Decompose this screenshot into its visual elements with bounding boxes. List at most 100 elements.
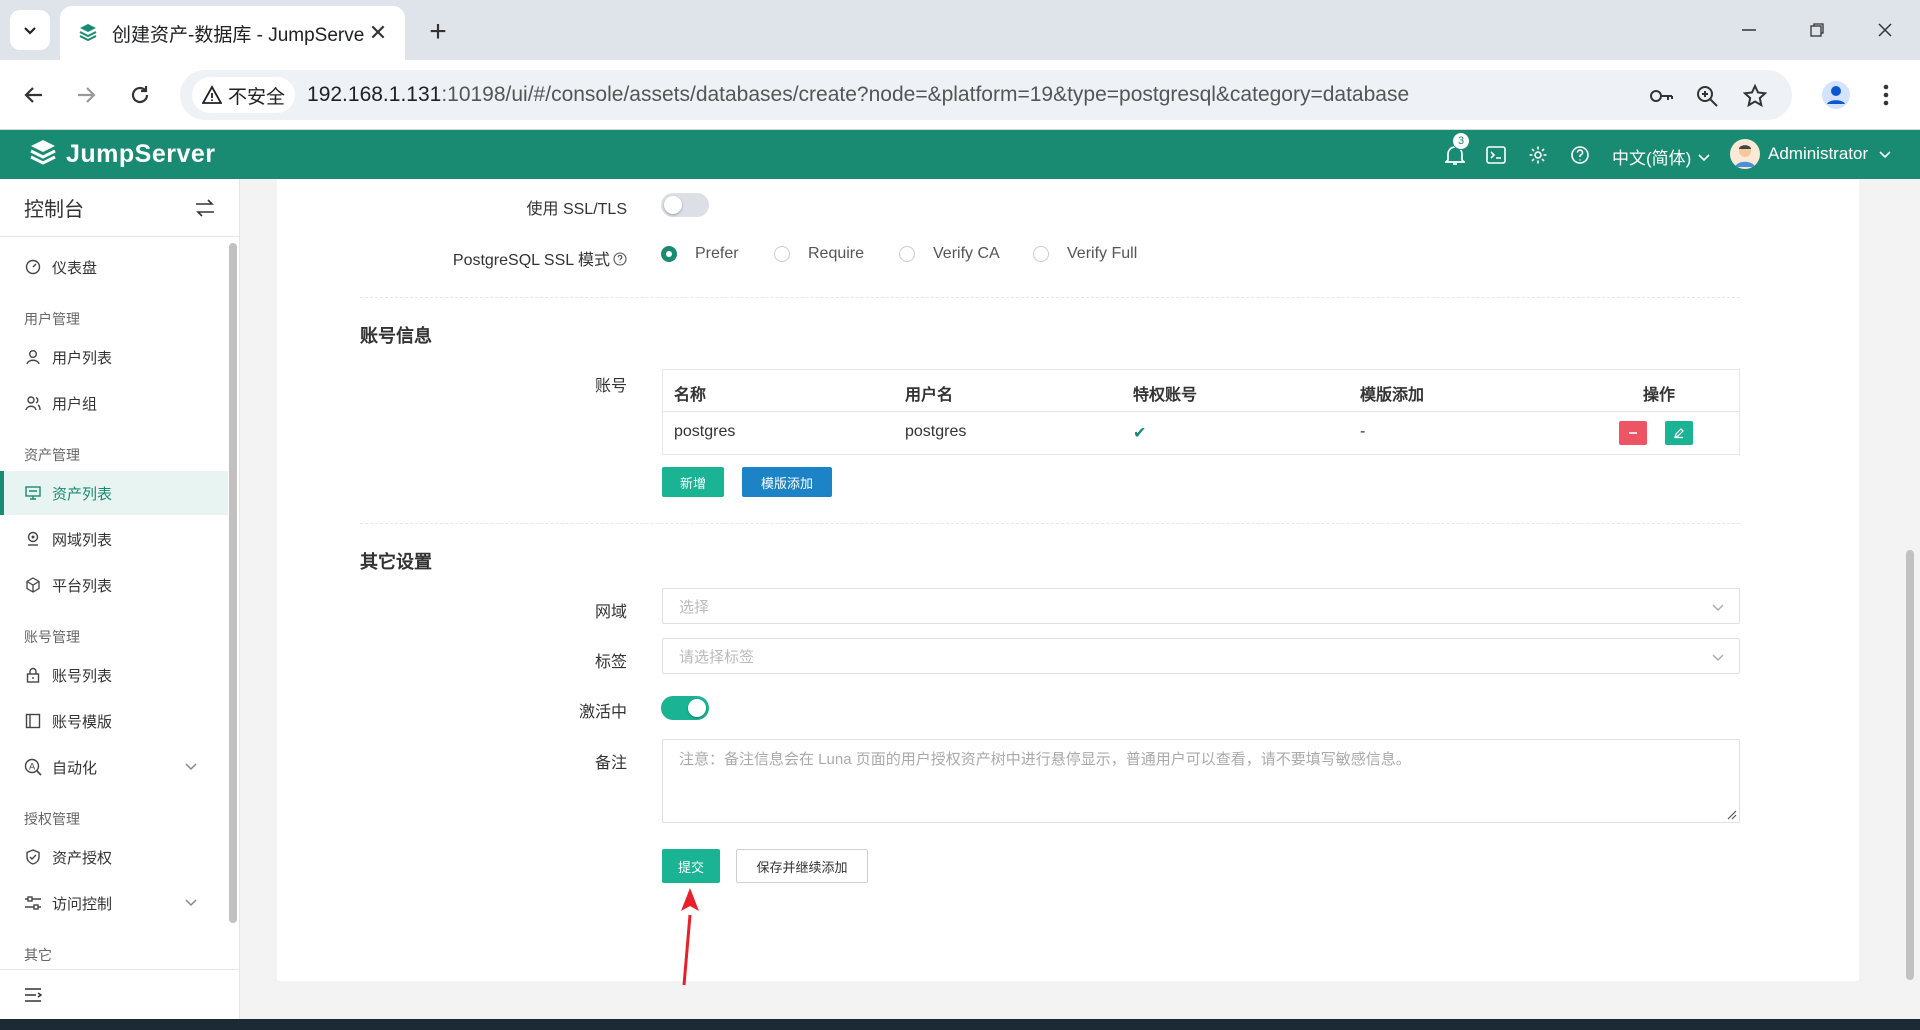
password-key-icon[interactable] xyxy=(1648,83,1674,109)
url-path: :10198/ui/#/console/assets/databases/cre… xyxy=(441,83,1410,106)
radio-dot xyxy=(661,246,677,262)
radio-dot xyxy=(899,246,915,262)
section-divider xyxy=(360,297,1740,298)
sidebar-item-user-list[interactable]: 用户列表 xyxy=(0,335,228,379)
labels-select[interactable]: 请选择标签 xyxy=(662,638,1740,674)
app-header: JumpServer 3 中文(简体) Administrator xyxy=(0,130,1920,179)
browser-menu-button[interactable] xyxy=(1866,75,1906,115)
sidebar-item-automation[interactable]: A 自动化 xyxy=(0,745,228,789)
remove-account-button[interactable] xyxy=(1619,421,1647,445)
template-icon xyxy=(24,712,42,730)
reload-button[interactable] xyxy=(120,75,160,115)
account-section-title: 账号信息 xyxy=(360,326,432,346)
more-vertical-icon xyxy=(1883,84,1889,106)
language-selector[interactable]: 中文(简体) xyxy=(1612,144,1711,169)
cell-template: - xyxy=(1360,423,1366,440)
logo[interactable]: JumpServer xyxy=(28,138,216,170)
insecure-label: 不安全 xyxy=(228,86,286,108)
url-host: 192.168.1.131 xyxy=(307,83,442,106)
domain-select[interactable]: 选择 xyxy=(662,588,1740,624)
sidebar-item-asset-list[interactable]: 资产列表 xyxy=(0,471,228,515)
chevron-down-icon xyxy=(1698,153,1710,161)
restore-button[interactable] xyxy=(1792,10,1842,50)
sidebar-header: 控制台 xyxy=(0,179,239,237)
profile-button[interactable] xyxy=(1816,75,1856,115)
minus-icon xyxy=(1629,432,1637,434)
active-toggle[interactable] xyxy=(661,696,709,720)
shield-icon xyxy=(24,848,42,866)
sidebar-item-user-group[interactable]: 用户组 xyxy=(0,381,228,425)
user-menu[interactable]: Administrator xyxy=(1730,139,1892,169)
user-icon xyxy=(24,348,42,366)
close-icon xyxy=(1878,23,1892,37)
save-and-continue-button[interactable]: 保存并继续添加 xyxy=(736,849,868,883)
help-circle-icon xyxy=(1571,146,1589,164)
page: 创建资产-数据库 - JumpServer ✕ + 不安全 192.168.1.… xyxy=(0,0,1920,1030)
radio-label: Prefer xyxy=(695,245,739,262)
sidebar-item-label: 自动化 xyxy=(52,759,98,777)
switch-view-icon[interactable] xyxy=(195,198,215,217)
add-account-button[interactable]: 新增 xyxy=(662,467,724,497)
sidebar-item-label: 用户列表 xyxy=(52,349,113,367)
pencil-icon xyxy=(1674,428,1684,439)
minimize-button[interactable] xyxy=(1724,10,1774,50)
column-header-username: 用户名 xyxy=(905,387,954,404)
sidebar-title: 控制台 xyxy=(24,199,84,221)
comment-textarea[interactable]: 注意：备注信息会在 Luna 页面的用户授权资产树中进行悬停显示，普通用户可以查… xyxy=(662,739,1740,823)
sidebar-item-asset-permission[interactable]: 资产授权 xyxy=(0,835,228,879)
site-info-button[interactable]: 不安全 xyxy=(192,77,296,113)
warning-icon xyxy=(202,85,222,104)
new-tab-button[interactable]: + xyxy=(420,14,456,50)
help-circle-icon[interactable] xyxy=(613,252,627,266)
browser-tab[interactable]: 创建资产-数据库 - JumpServer ✕ xyxy=(60,6,405,60)
jumpserver-logo-icon xyxy=(30,140,56,165)
ssl-toggle[interactable] xyxy=(661,193,709,217)
ssl-mode-prefer[interactable]: Prefer xyxy=(661,245,739,263)
ssl-mode-label: PostgreSQL SSL 模式 xyxy=(277,246,627,270)
cube-icon xyxy=(24,576,42,594)
comment-label: 备注 xyxy=(594,755,627,772)
browser-toolbar: 不安全 192.168.1.131:10198/ui/#/console/ass… xyxy=(0,60,1920,130)
sidebar-item-account-list[interactable]: 账号列表 xyxy=(0,653,228,697)
browser-tab-bar: 创建资产-数据库 - JumpServer ✕ + xyxy=(0,0,1920,60)
chevron-down-icon xyxy=(1712,654,1724,661)
close-icon[interactable]: ✕ xyxy=(365,20,391,46)
tab-title: 创建资产-数据库 - JumpServer xyxy=(112,24,365,46)
bookmark-star-icon[interactable] xyxy=(1742,83,1768,109)
web-terminal-button[interactable] xyxy=(1484,143,1508,167)
page-scrollbar[interactable] xyxy=(1906,550,1914,980)
settings-button[interactable] xyxy=(1526,143,1550,167)
section-divider xyxy=(360,523,1740,524)
window-close-button[interactable] xyxy=(1860,10,1910,50)
column-header-name: 名称 xyxy=(674,387,707,404)
minimize-icon xyxy=(1742,29,1756,31)
sidebar-item-account-template[interactable]: 账号模版 xyxy=(0,699,228,743)
zoom-icon[interactable] xyxy=(1694,83,1720,109)
address-bar[interactable]: 不安全 192.168.1.131:10198/ui/#/console/ass… xyxy=(180,70,1792,120)
help-button[interactable] xyxy=(1568,143,1592,167)
sidebar-item-domain-list[interactable]: 网域列表 xyxy=(0,517,228,561)
resize-handle-icon[interactable] xyxy=(1725,808,1737,820)
ssl-mode-require[interactable]: Require xyxy=(774,245,864,263)
menu-collapse-icon[interactable] xyxy=(24,987,42,1003)
back-button[interactable] xyxy=(14,75,54,115)
submit-button[interactable]: 提交 xyxy=(662,849,720,883)
sidebar-scrollbar[interactable] xyxy=(229,243,237,923)
tab-search-button[interactable] xyxy=(10,10,50,50)
url-text: 192.168.1.131:10198/ui/#/console/assets/… xyxy=(307,83,1409,107)
ssl-mode-verify-full[interactable]: Verify Full xyxy=(1033,245,1137,263)
users-icon xyxy=(24,394,42,412)
labels-label: 标签 xyxy=(594,654,627,671)
edit-account-button[interactable] xyxy=(1665,421,1693,445)
template-add-button[interactable]: 模版添加 xyxy=(742,467,832,497)
sidebar-item-dashboard[interactable]: 仪表盘 xyxy=(0,245,228,289)
forward-button[interactable] xyxy=(66,75,106,115)
dashboard-icon xyxy=(24,258,42,276)
column-header-privileged: 特权账号 xyxy=(1133,387,1198,404)
sidebar-item-access-control[interactable]: 访问控制 xyxy=(0,881,228,925)
sidebar-group-assets: 资产管理 xyxy=(24,447,80,463)
sidebar-item-platform-list[interactable]: 平台列表 xyxy=(0,563,228,607)
ssl-mode-verify-ca[interactable]: Verify CA xyxy=(899,245,1000,263)
user-name: Administrator xyxy=(1768,144,1869,163)
toggle-knob xyxy=(688,699,706,717)
